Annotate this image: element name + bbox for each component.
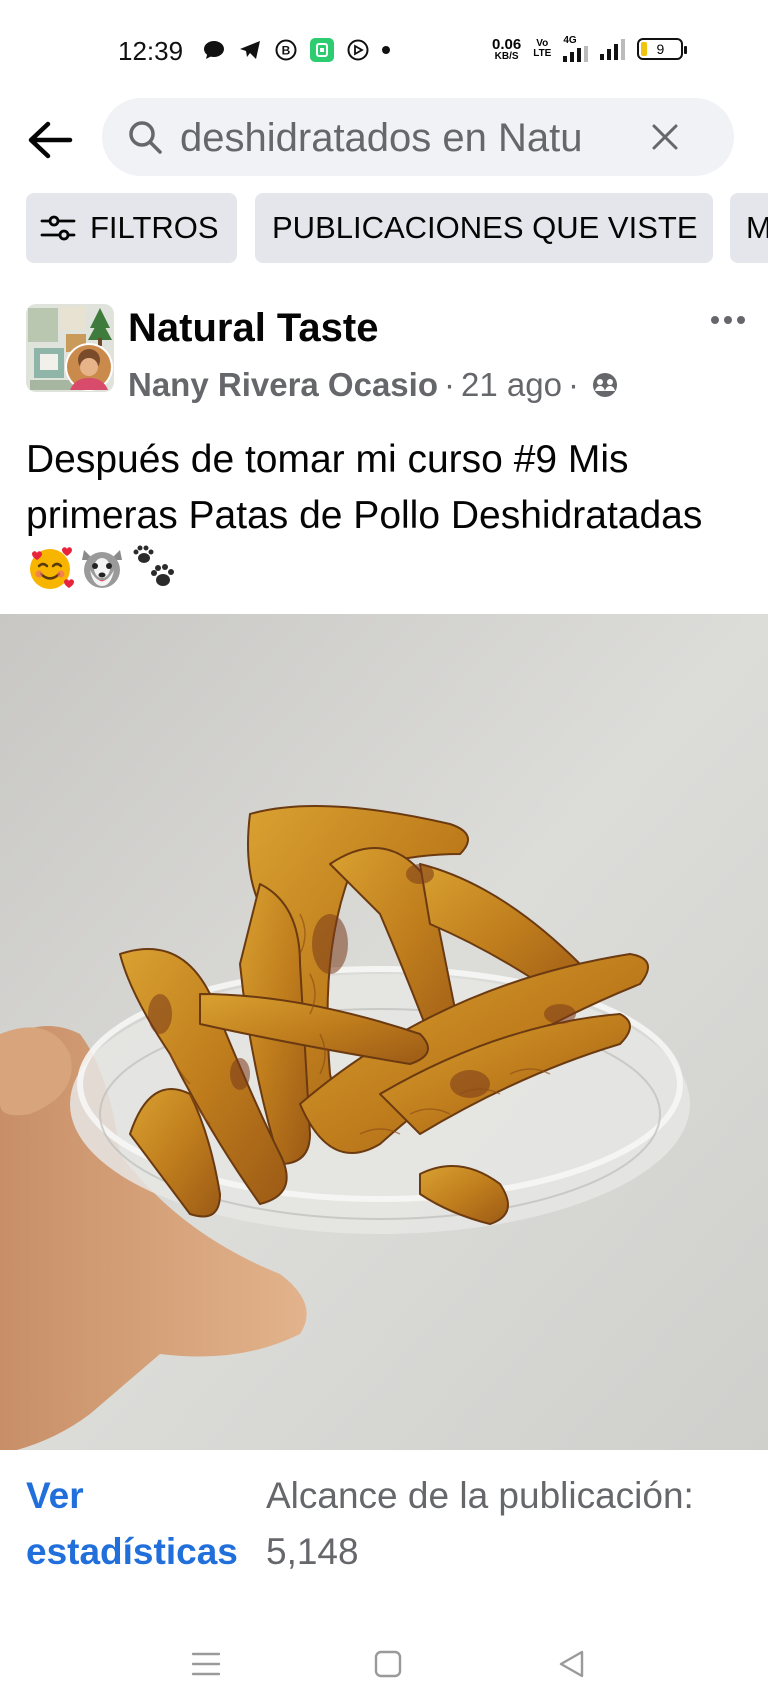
battery-level: 9 [656, 41, 665, 57]
whatsapp-icon [346, 38, 370, 62]
privacy-group-icon [592, 373, 617, 397]
telegram-icon [238, 38, 262, 62]
next-filter-chip-label: M [746, 210, 768, 245]
back-nav-button[interactable] [550, 1642, 594, 1686]
b-circle-icon: B [274, 38, 298, 62]
view-insights-link[interactable]: Ver estadísticas [26, 1468, 256, 1580]
back-button[interactable] [22, 112, 78, 168]
page-avatar[interactable] [26, 304, 114, 392]
post-reach-value: 5,148 [266, 1531, 359, 1572]
post-photo[interactable] [0, 614, 768, 1450]
search-bar[interactable]: deshidratados en Natu [102, 98, 734, 176]
meta-separator: · [444, 366, 455, 403]
more-notifications-dot [382, 46, 390, 54]
svg-text:B: B [282, 44, 291, 58]
volte-indicator: Vo LTE [533, 39, 551, 59]
signal-4g: 4G [563, 35, 589, 62]
signal-bars-2-icon [600, 38, 626, 60]
notification-icons: B [202, 38, 390, 62]
search-icon [129, 121, 162, 154]
square-icon [374, 1650, 402, 1678]
status-bar: 12:39 B 0.06 KB/S Vo LTE 4G 9 [0, 0, 768, 100]
triangle-back-icon [559, 1650, 584, 1678]
clear-search-button[interactable] [642, 114, 688, 160]
chicken-feet-photo [0, 614, 768, 1450]
status-right: 0.06 KB/S Vo LTE 4G 9 [492, 35, 688, 62]
home-button[interactable] [366, 1642, 410, 1686]
battery-fill [641, 42, 648, 56]
menu-icon [191, 1652, 221, 1676]
post-reach: Alcance de la publicación: 5,148 [266, 1468, 756, 1580]
post-text: Después de tomar mi curso #9 Mis primera… [26, 438, 703, 537]
more-dot [724, 316, 732, 324]
network-speed-value: 0.06 [492, 35, 522, 53]
post-reach-label: Alcance de la publicación: [266, 1475, 694, 1516]
network-speed-unit: KB/S [494, 50, 519, 62]
system-nav-bar [0, 1620, 768, 1707]
chat-bubble-icon [202, 38, 226, 62]
signal-bars-icon [563, 46, 589, 62]
post-emojis [26, 544, 178, 592]
post-author[interactable]: Nany Rivera Ocasio [128, 366, 438, 404]
viewed-posts-chip[interactable]: PUBLICACIONES QUE VISTE [255, 193, 713, 263]
network-type: 4G [563, 35, 577, 46]
viewed-posts-chip-label: PUBLICACIONES QUE VISTE [272, 210, 698, 245]
group-profile-picture [26, 304, 114, 392]
post-date[interactable]: 21 ago [461, 366, 562, 404]
page-name[interactable]: Natural Taste [128, 306, 378, 351]
close-icon [652, 124, 678, 150]
post-body: Después de tomar mi curso #9 Mis primera… [26, 432, 742, 602]
meta-separator: · [567, 366, 579, 403]
status-time: 12:39 [118, 36, 184, 66]
search-input[interactable]: deshidratados en Natu [180, 116, 620, 161]
filters-icon [40, 215, 76, 241]
battery-icon: 9 [637, 38, 688, 60]
back-arrow-icon [28, 121, 73, 159]
post-more-options-button[interactable] [700, 300, 756, 340]
network-speed: 0.06 KB/S [492, 37, 521, 62]
more-dot [711, 316, 719, 324]
post-meta: Nany Rivera Ocasio · 21 ago · [128, 366, 619, 404]
paw-prints-icon [133, 545, 174, 586]
more-dot [737, 316, 745, 324]
smiling-face-with-hearts-icon [30, 547, 74, 589]
filters-chip-label: FILTROS [90, 210, 219, 245]
filters-chip[interactable]: FILTROS [26, 193, 237, 263]
green-app-icon [310, 38, 334, 62]
next-filter-chip[interactable]: M [730, 193, 768, 263]
volte-line2: LTE [533, 48, 552, 59]
recent-apps-button[interactable] [184, 1642, 228, 1686]
dog-face-icon [82, 550, 122, 588]
